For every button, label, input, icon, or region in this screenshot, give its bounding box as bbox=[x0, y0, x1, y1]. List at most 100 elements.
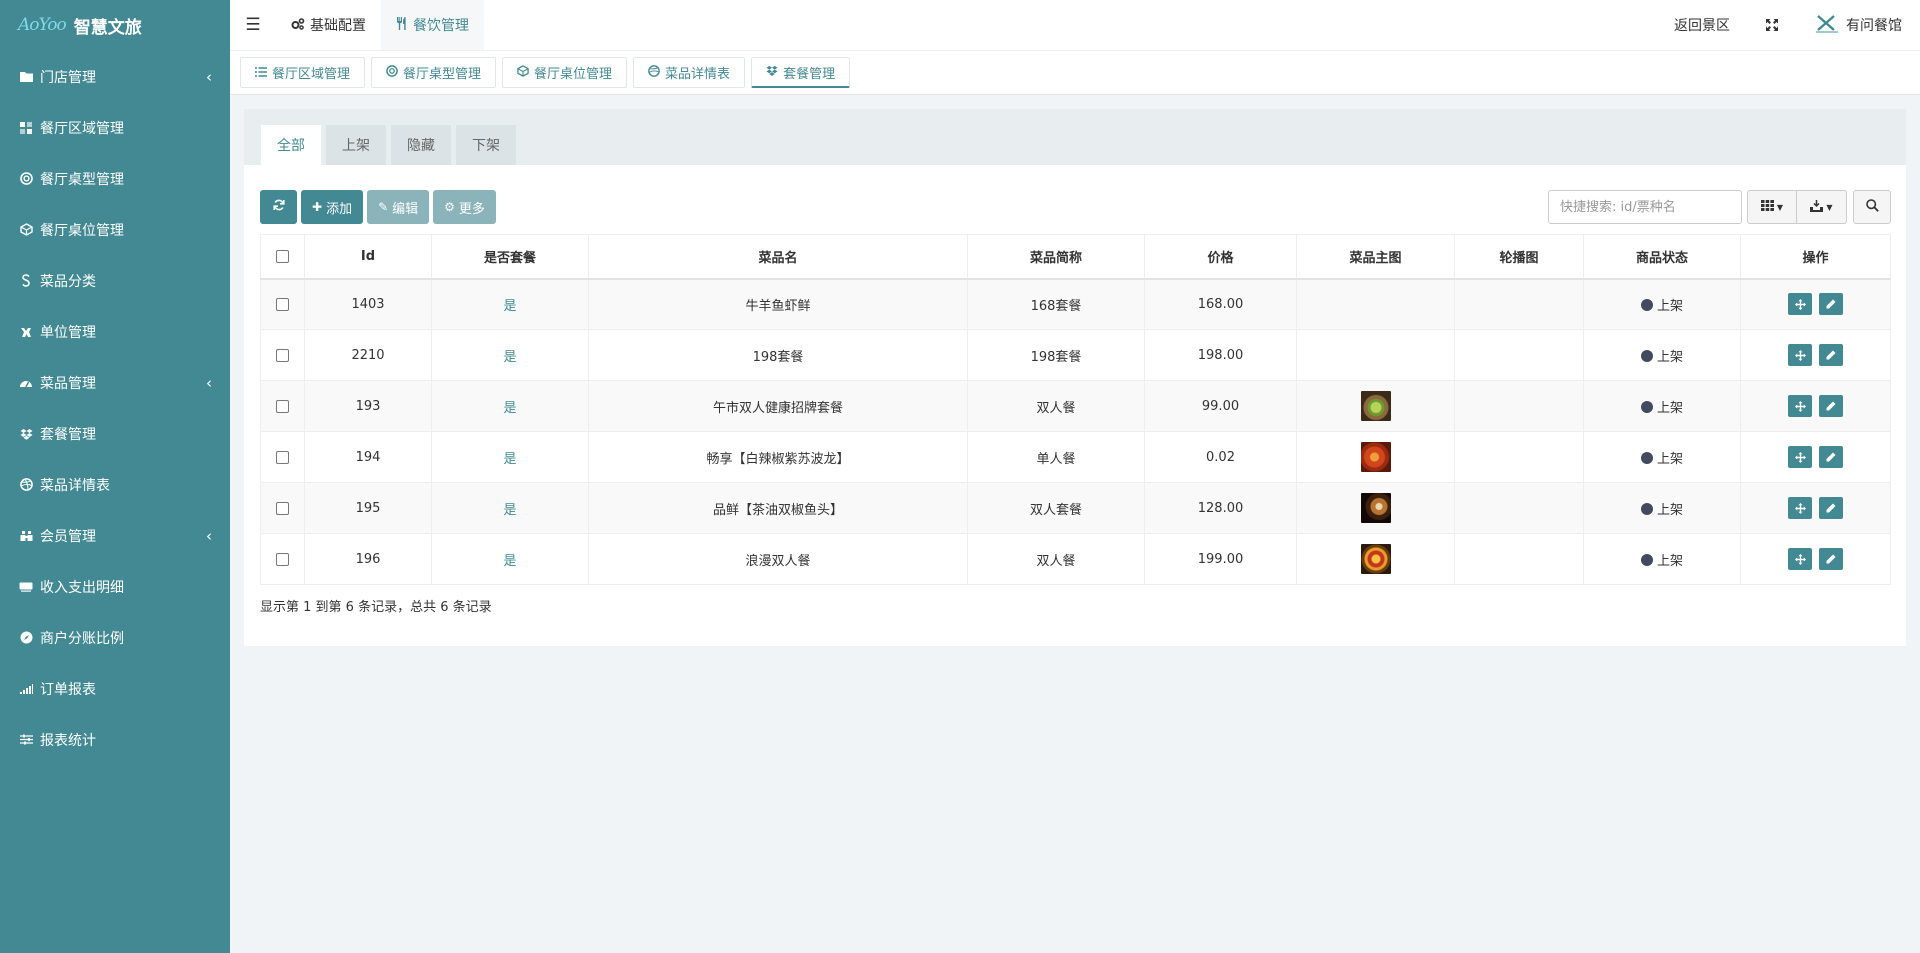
sidebar-item-combo[interactable]: 套餐管理 bbox=[0, 408, 230, 459]
search-input[interactable] bbox=[1548, 190, 1742, 224]
table-row[interactable]: 2210 是 198套餐 198套餐 198.00 上架 bbox=[260, 329, 1891, 381]
filter-tab-off-shelf[interactable]: 下架 bbox=[456, 125, 516, 165]
row-checkbox[interactable] bbox=[276, 348, 289, 362]
edit-button[interactable]: ✎ 编辑 bbox=[367, 190, 430, 224]
refresh-button[interactable] bbox=[260, 190, 297, 224]
sidebar-item-table-seat[interactable]: 餐厅桌位管理 bbox=[0, 204, 230, 255]
tab-label: 餐厅区域管理 bbox=[272, 67, 351, 82]
sidebar-item-table-type[interactable]: 餐厅桌型管理 bbox=[0, 153, 230, 204]
drag-sort-button[interactable] bbox=[1788, 548, 1813, 570]
filter-tab-all[interactable]: 全部 bbox=[261, 125, 321, 165]
row-checkbox[interactable] bbox=[276, 399, 289, 413]
tab-dish-detail[interactable]: 菜品详情表 bbox=[633, 57, 746, 88]
row-edit-button[interactable] bbox=[1818, 497, 1843, 519]
row-edit-button[interactable] bbox=[1818, 446, 1843, 468]
is-combo-cell: 是 bbox=[431, 380, 589, 432]
row-edit-button[interactable] bbox=[1818, 293, 1843, 316]
tab-table-seat[interactable]: 餐厅桌位管理 bbox=[502, 57, 628, 88]
column-header[interactable]: Id bbox=[304, 234, 432, 280]
logo[interactable]: AoYoo 智慧文旅 bbox=[0, 0, 230, 50]
sidebar-item-dish[interactable]: 菜品管理 ‹ bbox=[0, 357, 230, 408]
table-row[interactable]: 194 是 畅享【白辣椒紫苏波龙】 单人餐 0.02 上架 bbox=[260, 431, 1891, 483]
lobster-photo[interactable] bbox=[1360, 442, 1391, 472]
row-checkbox[interactable] bbox=[276, 450, 289, 464]
sidebar-item-store[interactable]: 门店管理 ‹ bbox=[0, 51, 230, 102]
columns-toggle-button[interactable]: ▼ bbox=[1747, 190, 1797, 224]
binoculars-icon bbox=[19, 530, 33, 542]
sidebar-item-income-expense[interactable]: 收入支出明细 bbox=[0, 561, 230, 612]
chevron-left-icon: ‹ bbox=[206, 526, 212, 545]
sidebar-item-merchant-split[interactable]: 商户分账比例 bbox=[0, 612, 230, 663]
sidebar-item-dish-detail[interactable]: 菜品详情表 bbox=[0, 459, 230, 510]
actions-cell bbox=[1740, 431, 1891, 483]
plus-icon: ✚ bbox=[312, 200, 323, 214]
top-nav-label: 基础配置 bbox=[310, 18, 366, 34]
salad-photo[interactable] bbox=[1360, 391, 1391, 421]
drag-sort-button[interactable] bbox=[1788, 293, 1813, 316]
sidebar-item-label: 单位管理 bbox=[40, 324, 96, 341]
tab-restaurant-area[interactable]: 餐厅区域管理 bbox=[240, 57, 366, 88]
top-nav-basic-config[interactable]: 基础配置 bbox=[276, 0, 381, 50]
content-panel: 全部 上架 隐藏 下架 ✚ 添加 ✎ 编辑 ⚙ 更多 ▼ ▼ bbox=[244, 109, 1906, 646]
fishhead-photo[interactable] bbox=[1360, 493, 1391, 523]
actions-cell bbox=[1740, 278, 1891, 330]
dropbox-icon bbox=[19, 428, 33, 440]
user-menu[interactable]: 有问餐馆 bbox=[1796, 12, 1920, 38]
row-checkbox[interactable] bbox=[276, 552, 289, 566]
sidebar-item-member[interactable]: 会员管理 ‹ bbox=[0, 510, 230, 561]
sidebar-item-unit[interactable]: 单位管理 bbox=[0, 306, 230, 357]
filter-tab-on-shelf[interactable]: 上架 bbox=[326, 125, 386, 165]
sidebar-item-restaurant-area[interactable]: 餐厅区域管理 bbox=[0, 102, 230, 153]
export-button[interactable]: ▼ bbox=[1797, 190, 1847, 224]
column-header[interactable]: 是否套餐 bbox=[431, 234, 589, 280]
top-nav-catering[interactable]: 餐饮管理 bbox=[381, 0, 484, 50]
cube-icon bbox=[517, 65, 529, 80]
chevron-left-icon: ‹ bbox=[206, 67, 212, 86]
table-row[interactable]: 1403 是 牛羊鱼虾鲜 168套餐 168.00 上架 bbox=[260, 278, 1891, 330]
status-dot-icon bbox=[1640, 502, 1653, 515]
select-all-checkbox[interactable] bbox=[276, 249, 289, 263]
column-header[interactable]: 操作 bbox=[1740, 234, 1891, 280]
table-row[interactable]: 195 是 品鲜【茶油双椒鱼头】 双人套餐 128.00 上架 bbox=[260, 482, 1891, 534]
row-checkbox[interactable] bbox=[276, 501, 289, 515]
column-header[interactable]: 菜品名 bbox=[588, 234, 968, 280]
table-row[interactable]: 193 是 午市双人健康招牌套餐 双人餐 99.00 上架 bbox=[260, 380, 1891, 432]
column-header[interactable]: 菜品简称 bbox=[967, 234, 1145, 280]
sidebar-item-label: 商户分账比例 bbox=[40, 630, 124, 647]
drag-sort-button[interactable] bbox=[1788, 344, 1813, 366]
column-header[interactable]: 价格 bbox=[1144, 234, 1297, 280]
ravelry-icon bbox=[19, 326, 33, 338]
add-button[interactable]: ✚ 添加 bbox=[301, 190, 364, 224]
drag-sort-button[interactable] bbox=[1788, 446, 1813, 468]
fullscreen-icon[interactable] bbox=[1748, 19, 1796, 31]
tab-table-type[interactable]: 餐厅桌型管理 bbox=[371, 57, 497, 88]
platter-photo[interactable] bbox=[1360, 544, 1391, 574]
id-cell: 1403 bbox=[304, 278, 432, 330]
column-header[interactable]: 轮播图 bbox=[1454, 234, 1584, 280]
is-combo-cell: 是 bbox=[431, 482, 589, 534]
drag-sort-button[interactable] bbox=[1788, 497, 1813, 519]
back-to-scenic-link[interactable]: 返回景区 bbox=[1656, 15, 1748, 35]
row-edit-button[interactable] bbox=[1818, 395, 1843, 417]
row-checkbox[interactable] bbox=[276, 297, 289, 311]
table-row[interactable]: 196 是 浪漫双人餐 双人餐 199.00 上架 bbox=[260, 533, 1891, 585]
row-edit-button[interactable] bbox=[1818, 548, 1843, 570]
dribbble-icon bbox=[648, 65, 660, 80]
tab-combo[interactable]: 套餐管理 bbox=[751, 57, 851, 88]
column-header[interactable]: 菜品主图 bbox=[1296, 234, 1455, 280]
menu-toggle-icon[interactable]: ☰ bbox=[230, 0, 276, 50]
list-icon bbox=[255, 66, 267, 80]
more-button[interactable]: ⚙ 更多 bbox=[433, 190, 496, 224]
advanced-search-button[interactable] bbox=[1853, 190, 1891, 224]
sidebar-item-label: 收入支出明细 bbox=[40, 579, 124, 596]
sidebar-item-statistics[interactable]: 报表统计 bbox=[0, 714, 230, 765]
sidebar-item-order-report[interactable]: 订单报表 bbox=[0, 663, 230, 714]
filter-tab-hidden[interactable]: 隐藏 bbox=[391, 125, 451, 165]
row-select-cell bbox=[260, 278, 305, 330]
sidebar-item-label: 菜品分类 bbox=[40, 273, 96, 290]
row-edit-button[interactable] bbox=[1818, 344, 1843, 366]
drag-sort-button[interactable] bbox=[1788, 395, 1813, 417]
column-header[interactable]: 商品状态 bbox=[1583, 234, 1741, 280]
sidebar-item-dish-category[interactable]: 菜品分类 bbox=[0, 255, 230, 306]
pagination-info: 显示第 1 到第 6 条记录，总共 6 条记录 bbox=[260, 600, 492, 615]
